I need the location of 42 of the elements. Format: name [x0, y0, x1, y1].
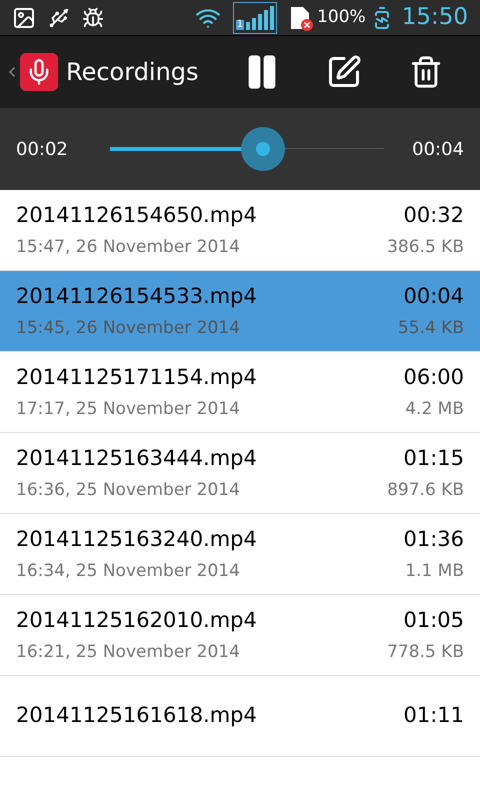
file-name: 20141125161618.mp4 — [16, 702, 257, 730]
battery-percent: 100% — [317, 6, 366, 29]
file-size: 1.1 MB — [405, 560, 464, 583]
sim-number: 1 — [236, 20, 244, 30]
elapsed-time: 00:02 — [16, 138, 69, 162]
duration: 06:00 — [403, 364, 464, 390]
file-name: 20141126154650.mp4 — [16, 202, 257, 228]
recording-date: 17:17, 25 November 2014 — [16, 398, 240, 421]
usb-icon — [48, 6, 70, 28]
duration: 01:15 — [403, 444, 464, 472]
duration: 00:32 — [403, 202, 464, 228]
recording-date: 15:47, 26 November 2014 — [16, 236, 240, 259]
total-time: 00:04 — [411, 138, 464, 162]
file-name: 20141125162010.mp4 — [16, 606, 257, 634]
image-icon — [12, 6, 36, 30]
screen-title: Recordings — [66, 57, 199, 88]
recording-date: 16:21, 25 November 2014 — [16, 641, 240, 664]
file-size: 778.5 KB — [387, 641, 464, 664]
duration: 01:36 — [403, 526, 464, 552]
file-size: 386.5 KB — [387, 236, 464, 259]
slider-thumb[interactable] — [241, 127, 286, 171]
recording-date: 16:36, 25 November 2014 — [16, 479, 240, 502]
file-size: 4.2 MB — [405, 398, 464, 421]
recording-date: 15:45, 26 November 2014 — [16, 317, 240, 340]
duration: 01:11 — [403, 702, 464, 730]
clock: 15:50 — [402, 3, 468, 32]
seek-slider[interactable] — [110, 127, 384, 171]
sim-error-icon — [289, 4, 314, 30]
recording-item[interactable]: 20141126154533.mp4 00:04 15:45, 26 November 2014 55.4 KB — [0, 271, 480, 352]
file-name: 20141125171154.mp4 — [16, 364, 257, 390]
bug-icon — [82, 6, 104, 28]
edit-icon — [326, 54, 362, 90]
file-name: 20141125163240.mp4 — [16, 526, 257, 552]
trash-icon — [409, 55, 443, 89]
duration: 01:05 — [403, 606, 464, 634]
file-size: 897.6 KB — [387, 479, 464, 502]
file-name: 20141126154533.mp4 — [16, 282, 257, 310]
file-size: 55.4 KB — [398, 317, 464, 340]
file-name: 20141125163444.mp4 — [16, 444, 257, 472]
duration: 00:04 — [403, 282, 464, 310]
app-logo — [20, 53, 58, 91]
recording-date: 16:34, 25 November 2014 — [16, 560, 240, 583]
